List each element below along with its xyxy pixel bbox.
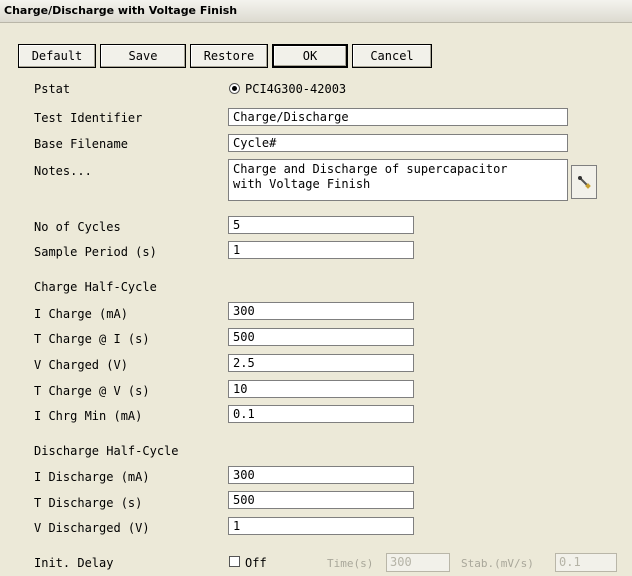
i-chrg-min-label: I Chrg Min (mA) bbox=[34, 409, 143, 423]
no-of-cycles-field[interactable]: 5 bbox=[228, 216, 414, 234]
stab-label: Stab.(mV/s) bbox=[461, 557, 534, 570]
restore-button[interactable]: Restore bbox=[190, 44, 268, 68]
title-bar: Charge/Discharge with Voltage Finish bbox=[0, 0, 632, 23]
init-delay-checkbox-label: Off bbox=[245, 556, 267, 570]
init-delay-label: Init. Delay bbox=[34, 556, 114, 570]
sample-period-field[interactable]: 1 bbox=[228, 241, 414, 259]
window-title: Charge/Discharge with Voltage Finish bbox=[4, 4, 238, 17]
notes-edit-button[interactable] bbox=[571, 165, 597, 199]
pstat-label: Pstat bbox=[34, 82, 71, 96]
notes-field[interactable]: Charge and Discharge of supercapacitor w… bbox=[228, 159, 568, 201]
init-delay-checkbox[interactable] bbox=[229, 556, 240, 567]
no-of-cycles-label: No of Cycles bbox=[34, 220, 121, 234]
edit-icon bbox=[578, 176, 591, 189]
t-charge-v-field[interactable]: 10 bbox=[228, 380, 414, 398]
stab-field[interactable]: 0.1 bbox=[555, 553, 617, 572]
v-charged-field[interactable]: 2.5 bbox=[228, 354, 414, 372]
i-discharge-field[interactable]: 300 bbox=[228, 466, 414, 484]
i-discharge-label: I Discharge (mA) bbox=[34, 470, 150, 484]
discharge-heading: Discharge Half-Cycle bbox=[34, 444, 179, 458]
charge-heading: Charge Half-Cycle bbox=[34, 280, 157, 294]
default-button[interactable]: Default bbox=[18, 44, 96, 68]
save-button[interactable]: Save bbox=[100, 44, 186, 68]
t-charge-v-label: T Charge @ V (s) bbox=[34, 384, 150, 398]
pstat-value: PCI4G300-42003 bbox=[245, 82, 347, 96]
t-charge-i-field[interactable]: 500 bbox=[228, 328, 414, 346]
v-charged-label: V Charged (V) bbox=[34, 358, 128, 372]
t-charge-i-label: T Charge @ I (s) bbox=[34, 332, 150, 346]
sample-period-label: Sample Period (s) bbox=[34, 245, 157, 259]
base-filename-field[interactable]: Cycle# bbox=[228, 134, 568, 152]
t-discharge-label: T Discharge (s) bbox=[34, 496, 143, 510]
time-field[interactable]: 300 bbox=[386, 553, 450, 572]
test-identifier-label: Test Identifier bbox=[34, 111, 143, 125]
test-identifier-field[interactable]: Charge/Discharge bbox=[228, 108, 568, 126]
v-discharged-label: V Discharged (V) bbox=[34, 521, 150, 535]
base-filename-label: Base Filename bbox=[34, 137, 128, 151]
ok-button[interactable]: OK bbox=[272, 44, 348, 68]
i-chrg-min-field[interactable]: 0.1 bbox=[228, 405, 414, 423]
t-discharge-field[interactable]: 500 bbox=[228, 491, 414, 509]
v-discharged-field[interactable]: 1 bbox=[228, 517, 414, 535]
notes-label: Notes... bbox=[34, 164, 92, 178]
i-charge-field[interactable]: 300 bbox=[228, 302, 414, 320]
i-charge-label: I Charge (mA) bbox=[34, 307, 128, 321]
cancel-button[interactable]: Cancel bbox=[352, 44, 432, 68]
pstat-radio[interactable] bbox=[229, 83, 240, 94]
time-label: Time(s) bbox=[327, 557, 374, 570]
